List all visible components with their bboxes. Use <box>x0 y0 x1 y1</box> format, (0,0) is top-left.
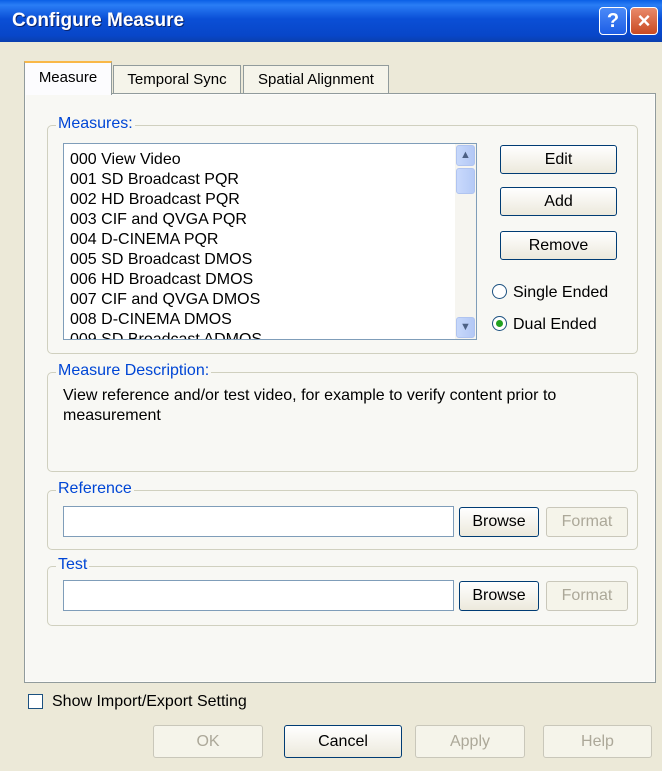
window-title: Configure Measure <box>12 10 185 31</box>
list-item[interactable]: 007 CIF and QVGA DMOS <box>64 290 456 310</box>
title-bar[interactable]: Configure Measure ? × <box>0 0 662 42</box>
configure-measure-dialog: Configure Measure ? × Measure Temporal S… <box>0 0 662 771</box>
help-icon[interactable]: ? <box>599 7 627 35</box>
reference-format-button[interactable]: Format <box>546 507 628 537</box>
show-import-export-checkbox[interactable] <box>28 694 43 709</box>
apply-button[interactable]: Apply <box>415 725 525 758</box>
test-format-button[interactable]: Format <box>546 581 628 611</box>
list-item[interactable]: 008 D-CINEMA DMOS <box>64 310 456 330</box>
ok-button[interactable]: OK <box>153 725 263 758</box>
reference-legend: Reference <box>56 480 134 498</box>
measures-scrollbar[interactable]: ▲ ▼ <box>455 144 476 339</box>
scroll-down-icon[interactable]: ▼ <box>456 317 475 338</box>
tab-measure[interactable]: Measure <box>24 61 112 95</box>
reference-browse-button[interactable]: Browse <box>459 507 539 537</box>
list-item[interactable]: 002 HD Broadcast PQR <box>64 190 456 210</box>
list-item[interactable]: 004 D-CINEMA PQR <box>64 230 456 250</box>
list-item[interactable]: 005 SD Broadcast DMOS <box>64 250 456 270</box>
reference-path-input[interactable] <box>63 506 454 537</box>
dual-ended-label: Dual Ended <box>513 316 597 333</box>
list-item[interactable]: 001 SD Broadcast PQR <box>64 170 456 190</box>
show-import-export-label: Show Import/Export Setting <box>52 693 247 710</box>
add-button[interactable]: Add <box>500 187 617 216</box>
tab-spatial-alignment[interactable]: Spatial Alignment <box>243 65 389 94</box>
measures-legend: Measures: <box>56 115 135 133</box>
radio-unchecked-icon <box>492 284 507 299</box>
test-legend: Test <box>56 556 90 574</box>
measures-list: 000 View Video 001 SD Broadcast PQR 002 … <box>64 150 456 339</box>
list-item[interactable]: 000 View Video <box>64 150 456 170</box>
test-path-input[interactable] <box>63 580 454 611</box>
measures-listbox[interactable]: 000 View Video 001 SD Broadcast PQR 002 … <box>63 143 477 340</box>
help-button[interactable]: Help <box>543 725 652 758</box>
radio-checked-icon <box>492 316 507 331</box>
close-icon[interactable]: × <box>630 7 658 35</box>
list-item[interactable]: 009 SD Broadcast ADMOS <box>64 330 456 339</box>
single-ended-label: Single Ended <box>513 284 609 301</box>
single-ended-radio[interactable]: Single Ended <box>492 284 608 302</box>
description-text: View reference and/or test video, for ex… <box>63 387 557 424</box>
cancel-button[interactable]: Cancel <box>284 725 402 758</box>
list-item[interactable]: 006 HD Broadcast DMOS <box>64 270 456 290</box>
dual-ended-radio[interactable]: Dual Ended <box>492 316 597 334</box>
scroll-up-icon[interactable]: ▲ <box>456 145 475 166</box>
remove-button[interactable]: Remove <box>500 231 617 260</box>
list-item[interactable]: 003 CIF and QVGA PQR <box>64 210 456 230</box>
edit-button[interactable]: Edit <box>500 145 617 174</box>
description-legend: Measure Description: <box>56 362 212 380</box>
scroll-thumb[interactable] <box>456 168 475 194</box>
test-browse-button[interactable]: Browse <box>459 581 539 611</box>
tab-temporal-sync[interactable]: Temporal Sync <box>113 65 241 94</box>
